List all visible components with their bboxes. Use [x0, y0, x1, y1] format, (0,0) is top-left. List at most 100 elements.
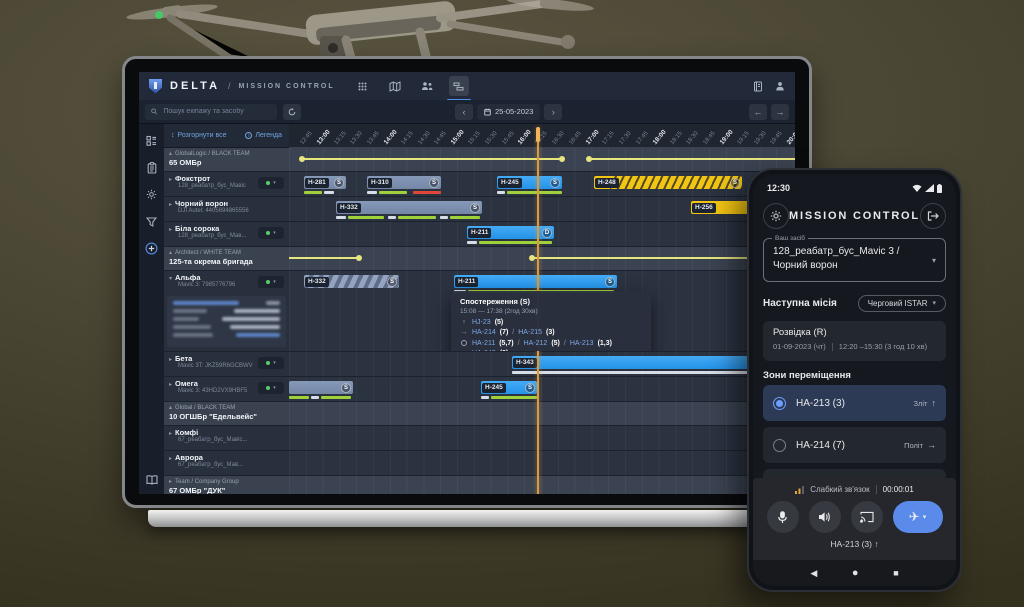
zone-link[interactable]: HA-215 — [518, 329, 542, 336]
zone-link[interactable]: HA-212 — [524, 340, 548, 347]
back-button[interactable]: ◀ — [810, 568, 817, 579]
flight-mode-button[interactable]: ✈ ▾ — [893, 501, 943, 533]
gantt-tab-icon[interactable] — [449, 76, 469, 96]
group-row[interactable]: ▸Global / BLACK TEAM10 ОГШБр "Едельвейс" — [164, 402, 795, 426]
prev-day-button[interactable]: ‹ — [455, 104, 473, 120]
row-sidebar-cell[interactable]: ▸Team / Company Group67 ОМБр "ДУК" — [164, 476, 289, 494]
task-bar-unlabeled[interactable]: S — [289, 381, 353, 394]
mission-card[interactable]: Розвідка (R) 01-09-2023 (чт) 12:20 –15:3… — [763, 321, 946, 361]
row-sidebar-cell[interactable]: ▸АльфаMavic 3: 7985776796▾ — [164, 271, 289, 352]
search-field[interactable] — [161, 107, 271, 116]
row-sidebar-cell[interactable]: ▸Комфі67_реабатр_бус_Мавіс... — [164, 426, 289, 451]
microphone-button[interactable] — [767, 501, 799, 533]
clipboard-icon[interactable] — [145, 161, 158, 174]
task-bar-h-332[interactable]: H-332S — [304, 275, 399, 288]
zone-radio[interactable] — [773, 397, 786, 410]
status-toggle[interactable]: ▾ — [258, 177, 284, 189]
crews-tab-icon[interactable] — [417, 76, 437, 96]
unit-row[interactable]: ▸Біла сорока128_реабатр_бус_Мав...▾ H-211… — [164, 222, 795, 247]
task-bar-h-332[interactable]: H-332S — [336, 201, 482, 214]
row-sidebar-cell[interactable]: ▸БетаMavic 3T: JKZ59R6GCBWV▾ — [164, 352, 289, 377]
unit-row[interactable]: ▸ОмегаMavic 3: 43HD2VX9HBF5▾S H-245S — [164, 377, 795, 402]
search-input[interactable] — [145, 104, 277, 120]
mission-type-select[interactable]: Черговий ISTAR ▾ — [858, 295, 946, 312]
legend-button[interactable]: i Легенда — [245, 132, 282, 139]
board-view-icon[interactable] — [145, 134, 158, 147]
row-sidebar-cell[interactable]: ▸Аврора67_реабатр_бус_Мав... — [164, 451, 289, 476]
expand-chevron-icon[interactable]: ▸ — [169, 176, 172, 183]
phone-settings-button[interactable] — [763, 203, 789, 229]
add-circle-icon[interactable] — [145, 242, 158, 255]
status-toggle[interactable]: ▾ — [258, 276, 284, 288]
task-bar-h-248[interactable]: H-248S — [594, 176, 742, 189]
task-bar-h-310[interactable]: H-310S — [367, 176, 441, 189]
task-type-badge: S — [550, 178, 560, 188]
group-row[interactable]: ▸Architect / WHITE TEAM125-та окрема бри… — [164, 247, 795, 271]
expand-chevron-icon[interactable]: ▸ — [169, 201, 172, 208]
task-bar-h-245[interactable]: H-245S — [481, 381, 537, 394]
recents-button[interactable]: ■ — [893, 568, 898, 578]
zone-row[interactable]: HA-213 (3)Зліт↑ — [763, 385, 946, 421]
unit-row[interactable]: ▸Чорний воронDJI Autel: 4405694865556 H-3… — [164, 197, 795, 222]
task-bar-h-211[interactable]: H-211D — [467, 226, 554, 239]
expand-chevron-icon[interactable]: ▸ — [169, 430, 172, 437]
speaker-button[interactable] — [809, 501, 841, 533]
unit-row[interactable]: ▸Комфі67_реабатр_бус_Мавіс... — [164, 426, 795, 451]
row-sidebar-cell[interactable]: ▸Чорний воронDJI Autel: 4405694865556 — [164, 197, 289, 222]
zone-link[interactable]: HA-214 — [472, 329, 496, 336]
expand-chevron-icon[interactable]: ▸ — [169, 455, 172, 462]
apps-grid-icon[interactable] — [353, 76, 373, 96]
task-label-chip: H-281 — [305, 178, 329, 188]
tick-label: 14:30 — [417, 131, 431, 146]
status-toggle[interactable]: ▾ — [258, 382, 284, 394]
filter-funnel-icon[interactable] — [145, 215, 158, 228]
unit-row[interactable]: ▸БетаMavic 3T: JKZ59R6GCBWV▾H-343 — [164, 352, 795, 377]
unit-row[interactable]: ▸АльфаMavic 3: 7985776796▾H-332SH-211SСп… — [164, 271, 795, 352]
row-sidebar-cell[interactable]: ▸Architect / WHITE TEAM125-та окрема бри… — [164, 247, 289, 271]
unit-row[interactable]: ▸Аврора67_реабатр_бус_Мав... — [164, 451, 795, 476]
date-picker[interactable]: 25-05-2023 — [477, 104, 540, 120]
refresh-button[interactable] — [283, 104, 301, 120]
expand-chevron-icon[interactable]: ▸ — [169, 356, 172, 363]
journal-icon[interactable] — [753, 81, 763, 92]
expand-chevron-icon[interactable]: ▸ — [167, 277, 174, 280]
collapse-chevron-icon[interactable]: ▸ — [167, 251, 174, 254]
group-row[interactable]: ▸Team / Company Group67 ОМБр "ДУК" — [164, 476, 795, 494]
next-day-button[interactable]: › — [544, 104, 562, 120]
profile-icon[interactable] — [775, 81, 785, 91]
handbook-icon[interactable] — [145, 473, 158, 486]
zone-link[interactable]: HA-211 — [472, 340, 495, 347]
status-toggle[interactable]: ▾ — [258, 357, 284, 369]
task-bar-h-245[interactable]: H-245S — [497, 176, 562, 189]
row-sidebar-cell[interactable]: ▸Global / BLACK TEAM10 ОГШБр "Едельвейс" — [164, 402, 289, 426]
group-row[interactable]: ▸GlobalLogic / BLACK TEAM65 ОМБр — [164, 148, 795, 172]
zone-row[interactable]: HA-214 (7)Політ→ — [763, 427, 946, 463]
zone-count: (5) — [551, 340, 560, 347]
expand-chevron-icon[interactable]: ▸ — [169, 226, 172, 233]
zone-radio[interactable] — [773, 439, 786, 452]
row-sidebar-cell[interactable]: ▸GlobalLogic / BLACK TEAM65 ОМБр — [164, 148, 289, 172]
task-bar-h-211[interactable]: H-211S — [454, 275, 617, 288]
cast-button[interactable] — [851, 501, 883, 533]
expand-all-button[interactable]: ↕ Розгорнути все — [171, 132, 227, 139]
row-sidebar-cell[interactable]: ▸Фокстрот128_реабатр_бус_Мавіс▾ — [164, 172, 289, 197]
zone-row[interactable]: HA-215 (3)Політ→ — [763, 469, 946, 478]
row-sidebar-cell[interactable]: ▸Біла сорока128_реабатр_бус_Мав...▾ — [164, 222, 289, 247]
scroll-left-button[interactable]: ← — [749, 104, 767, 120]
status-toggle[interactable]: ▾ — [258, 227, 284, 239]
zone-link[interactable]: HJ-23 — [472, 319, 491, 326]
task-bar-h-281[interactable]: H-281S — [304, 176, 346, 189]
home-button[interactable]: ● — [852, 567, 859, 579]
zone-link[interactable]: HA-213 — [570, 340, 594, 347]
settings-gear-icon[interactable] — [145, 188, 158, 201]
scroll-right-button[interactable]: → — [771, 104, 789, 120]
map-tab-icon[interactable] — [385, 76, 405, 96]
logout-button[interactable] — [920, 203, 946, 229]
collapse-chevron-icon[interactable]: ▸ — [167, 406, 174, 409]
row-sidebar-cell[interactable]: ▸ОмегаMavic 3: 43HD2VX9HBF5▾ — [164, 377, 289, 402]
expand-chevron-icon[interactable]: ▸ — [169, 381, 172, 388]
device-select[interactable]: Ваш засіб 128_реабатр_бус_Mavic 3 / Чорн… — [763, 238, 946, 282]
collapse-chevron-icon[interactable]: ▸ — [169, 478, 172, 485]
unit-row[interactable]: ▸Фокстрот128_реабатр_бус_Мавіс▾H-281SH-3… — [164, 172, 795, 197]
collapse-chevron-icon[interactable]: ▸ — [167, 152, 174, 155]
